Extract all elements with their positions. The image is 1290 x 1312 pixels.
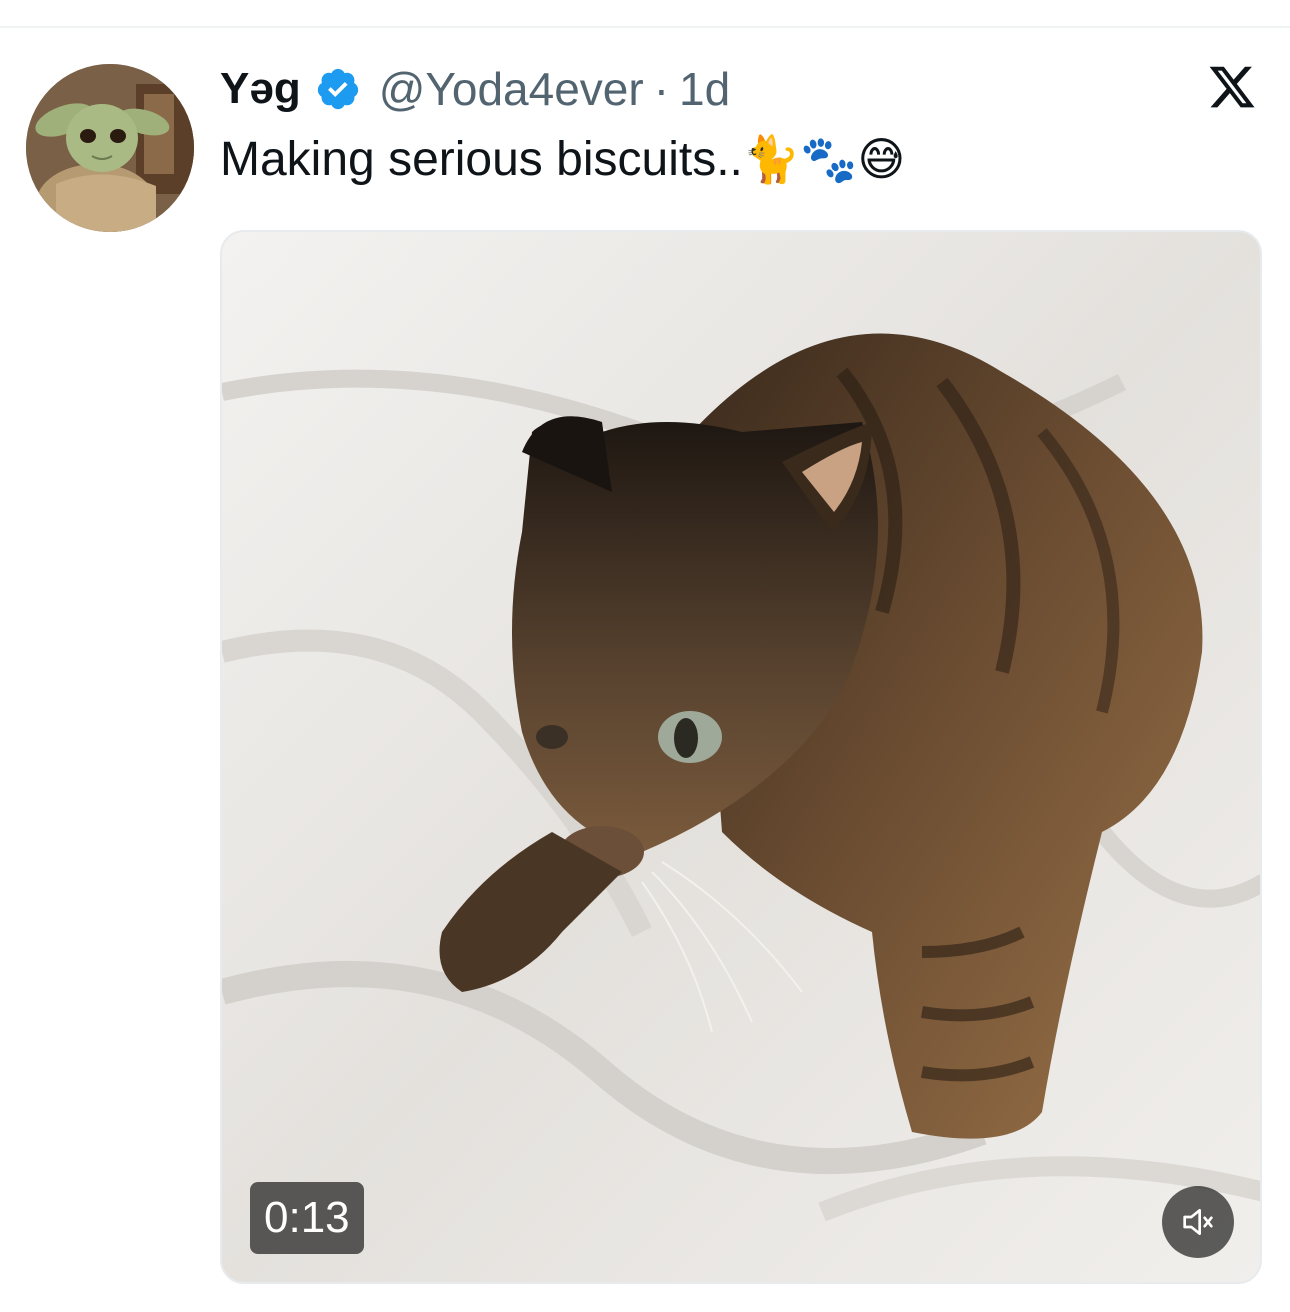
video-frame-cat-on-bed <box>222 232 1260 1282</box>
display-name[interactable]: Yəg <box>220 64 301 114</box>
speaker-muted-icon <box>1183 1209 1213 1235</box>
separator-dot: · <box>653 63 670 115</box>
tweet-body: Making serious biscuits.. <box>220 133 743 186</box>
video-duration-badge: 0:13 <box>250 1182 364 1254</box>
x-logo-icon[interactable] <box>1206 62 1258 112</box>
tweet-text: Making serious biscuits..🐈🐾😅 <box>220 132 905 187</box>
tweet-emojis: 🐈🐾😅 <box>742 133 906 185</box>
user-handle[interactable]: @Yoda4ever <box>379 62 644 116</box>
tweet-header: Yəg @Yoda4ever · 1d <box>220 60 730 118</box>
tweet-card[interactable]: Yəg @Yoda4ever · 1d Making serious biscu… <box>0 0 1290 1312</box>
timestamp[interactable]: 1d <box>679 62 730 116</box>
avatar-image <box>26 64 194 232</box>
verified-badge-icon <box>317 68 358 110</box>
avatar[interactable] <box>26 64 194 232</box>
video-player[interactable]: 0:13 <box>220 230 1262 1284</box>
mute-toggle-button[interactable] <box>1162 1186 1234 1258</box>
